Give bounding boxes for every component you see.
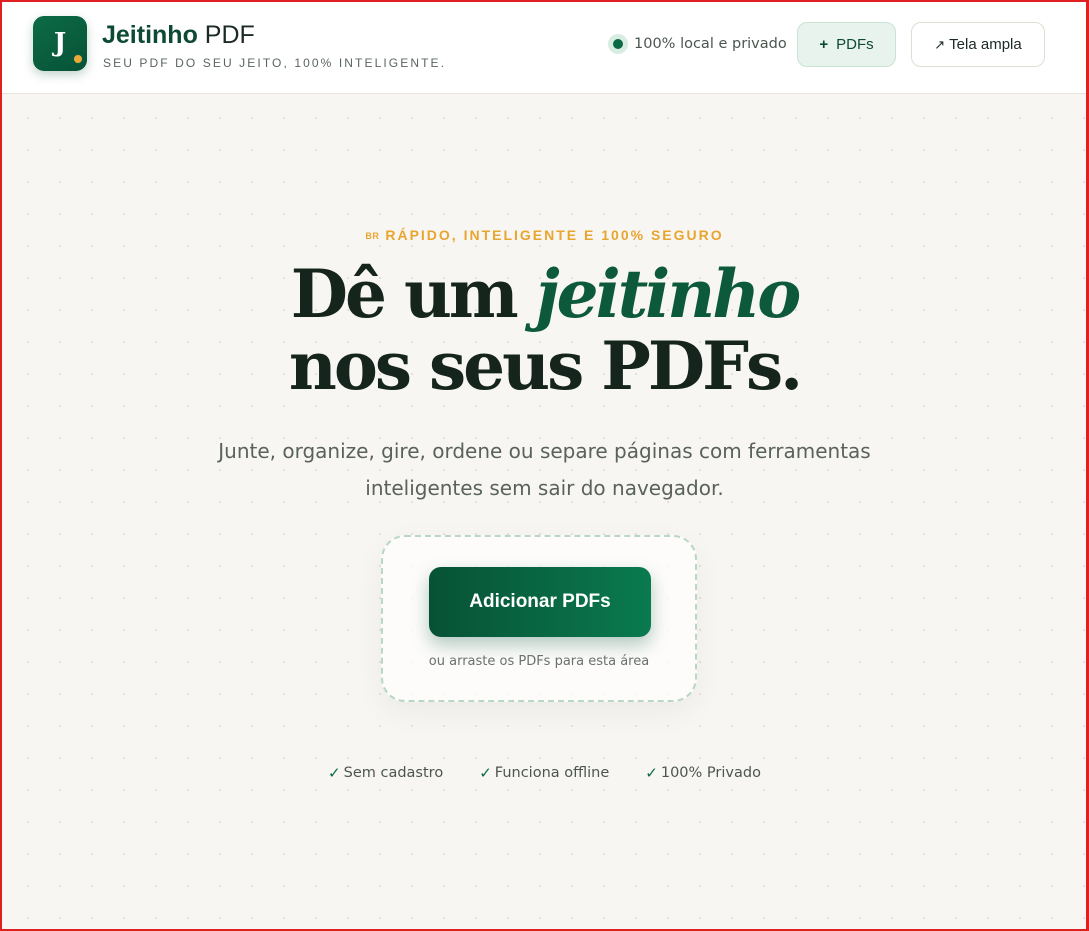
hero-headline: Dê um jeitinho nos seus PDFs.: [0, 258, 1089, 402]
eyebrow-text: RÁPIDO, INTELIGENTE E 100% SEGURO: [385, 227, 724, 243]
top-header: J Jeitinho PDF SEU PDF DO SEU JEITO, 100…: [0, 0, 1089, 94]
brand-tagline: SEU PDF DO SEU JEITO, 100% INTELIGENTE.: [103, 56, 447, 70]
logo-badge[interactable]: J: [33, 16, 87, 71]
wide-screen-label: Tela ampla: [949, 36, 1022, 53]
headline-accent: jeitinho: [535, 255, 801, 333]
logo-letter: J: [53, 27, 67, 58]
feature-item: ✓ 100% Privado: [645, 764, 761, 782]
add-pdfs-button[interactable]: Adicionar PDFs: [429, 567, 651, 637]
brand-title: Jeitinho PDF: [102, 21, 255, 50]
description-line1: Junte, organize, gire, ordene ou separe …: [218, 439, 871, 463]
add-pdfs-header-button[interactable]: + PDFs: [797, 22, 896, 67]
privacy-indicator: 100% local e privado: [608, 34, 787, 54]
dot-grid-background: [0, 94, 1089, 931]
brand-name: Jeitinho: [102, 21, 198, 49]
check-icon: ✓: [479, 764, 492, 782]
logo-dot-icon: [73, 54, 83, 64]
description-line2: inteligentes sem sair do navegador.: [365, 476, 724, 500]
brazil-flag-icon: BR: [365, 231, 380, 241]
feature-label: Funciona offline: [494, 765, 610, 781]
hero-eyebrow: BR RÁPIDO, INTELIGENTE E 100% SEGURO: [0, 227, 1089, 243]
dropzone-hint: ou arraste os PDFs para esta área: [428, 654, 650, 669]
privacy-text: 100% local e privado: [634, 36, 787, 52]
feature-item: ✓ Funciona offline: [479, 764, 609, 782]
wide-screen-button[interactable]: ↗ Tela ampla: [911, 22, 1045, 67]
status-dot-icon: [608, 34, 628, 54]
headline-line2: nos seus PDFs.: [288, 327, 803, 405]
pdf-dropzone[interactable]: Adicionar PDFs ou arraste os PDFs para e…: [381, 535, 697, 702]
check-icon: ✓: [645, 764, 658, 782]
feature-label: 100% Privado: [660, 765, 761, 781]
brand-suffix: PDF: [204, 21, 255, 49]
expand-arrow-icon: ↗: [934, 36, 946, 52]
headline-line1-start: Dê um: [290, 255, 519, 333]
check-icon: ✓: [328, 764, 341, 782]
feature-list: ✓ Sem cadastro ✓ Funciona offline ✓ 100%…: [0, 764, 1089, 782]
feature-item: ✓ Sem cadastro: [328, 764, 443, 782]
plus-icon: +: [819, 36, 829, 53]
hero-description: Junte, organize, gire, ordene ou separe …: [0, 433, 1089, 507]
add-pdfs-header-label: PDFs: [836, 36, 874, 53]
feature-label: Sem cadastro: [343, 765, 444, 781]
